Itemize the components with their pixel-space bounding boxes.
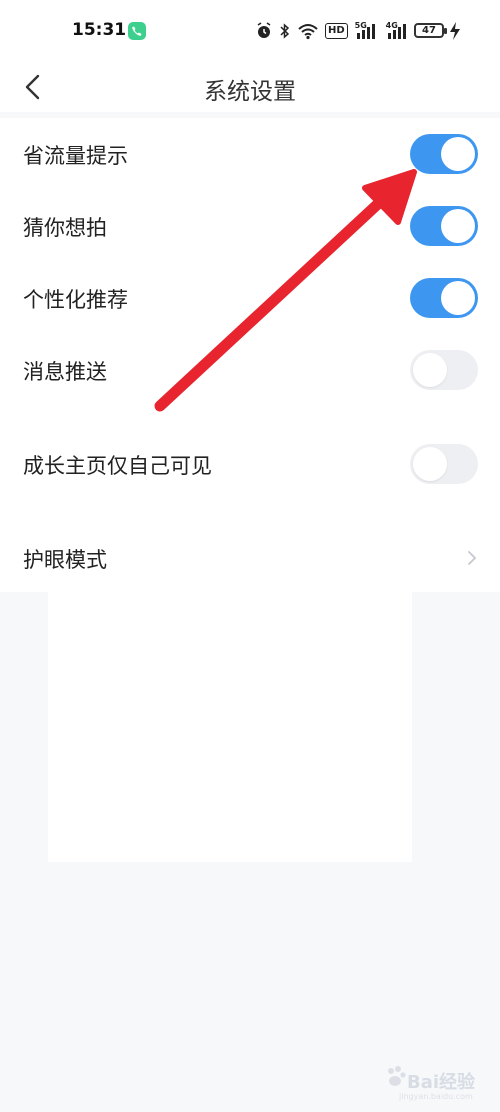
watermark-text: Bai经验	[407, 1072, 476, 1093]
toggle-knob	[413, 447, 447, 481]
setting-label: 猜你想拍	[23, 216, 107, 240]
page-title: 系统设置	[204, 79, 296, 105]
setting-row-personalized: 个性化推荐	[0, 268, 500, 328]
data-saver-toggle[interactable]	[410, 134, 478, 174]
setting-label: 个性化推荐	[23, 288, 128, 312]
toggle-knob	[441, 209, 475, 243]
setting-label: 成长主页仅自己可见	[23, 454, 212, 478]
toggle-knob	[441, 281, 475, 315]
setting-label: 省流量提示	[23, 144, 128, 168]
setting-label: 消息推送	[23, 360, 107, 384]
status-icons: HD 5G 4G	[256, 20, 410, 42]
status-time: 15:31	[72, 20, 127, 40]
personalized-toggle[interactable]	[410, 278, 478, 318]
settings-list: 省流量提示 猜你想拍 个性化推荐 消息推送 成长主页仅自己可见 护眼模式	[0, 118, 500, 592]
growth-private-toggle[interactable]	[410, 444, 478, 484]
guess-shoot-toggle[interactable]	[410, 206, 478, 246]
bluetooth-icon	[279, 22, 291, 40]
blank-panel	[48, 592, 412, 862]
baidu-watermark: Bai经验 jingyan.baidu.com	[383, 1058, 493, 1106]
chevron-right-icon	[468, 551, 477, 565]
toggle-knob	[441, 137, 475, 171]
paw-icon	[388, 1066, 406, 1086]
setting-row-push: 消息推送	[0, 340, 500, 400]
status-bar: 15:31 HD 5G 4G 47	[0, 0, 500, 62]
hd-icon: HD	[325, 23, 348, 39]
setting-label: 护眼模式	[23, 548, 107, 572]
battery-icon: 47	[414, 23, 447, 38]
nav-bar: 系统设置	[0, 62, 500, 112]
alarm-icon	[256, 22, 272, 40]
push-toggle[interactable]	[410, 350, 478, 390]
setting-row-eye-care[interactable]: 护眼模式	[0, 528, 500, 588]
setting-row-guess-shoot: 猜你想拍	[0, 196, 500, 256]
signal-icon: 5G	[355, 21, 379, 40]
watermark-url: jingyan.baidu.com	[399, 1092, 473, 1101]
toggle-knob	[413, 353, 447, 387]
signal-icon: 4G	[386, 21, 410, 40]
phone-call-icon	[128, 22, 146, 40]
charging-icon	[449, 21, 461, 41]
setting-row-data-saver: 省流量提示	[0, 124, 500, 184]
wifi-icon	[298, 22, 318, 40]
setting-row-growth-private: 成长主页仅自己可见	[0, 434, 500, 494]
